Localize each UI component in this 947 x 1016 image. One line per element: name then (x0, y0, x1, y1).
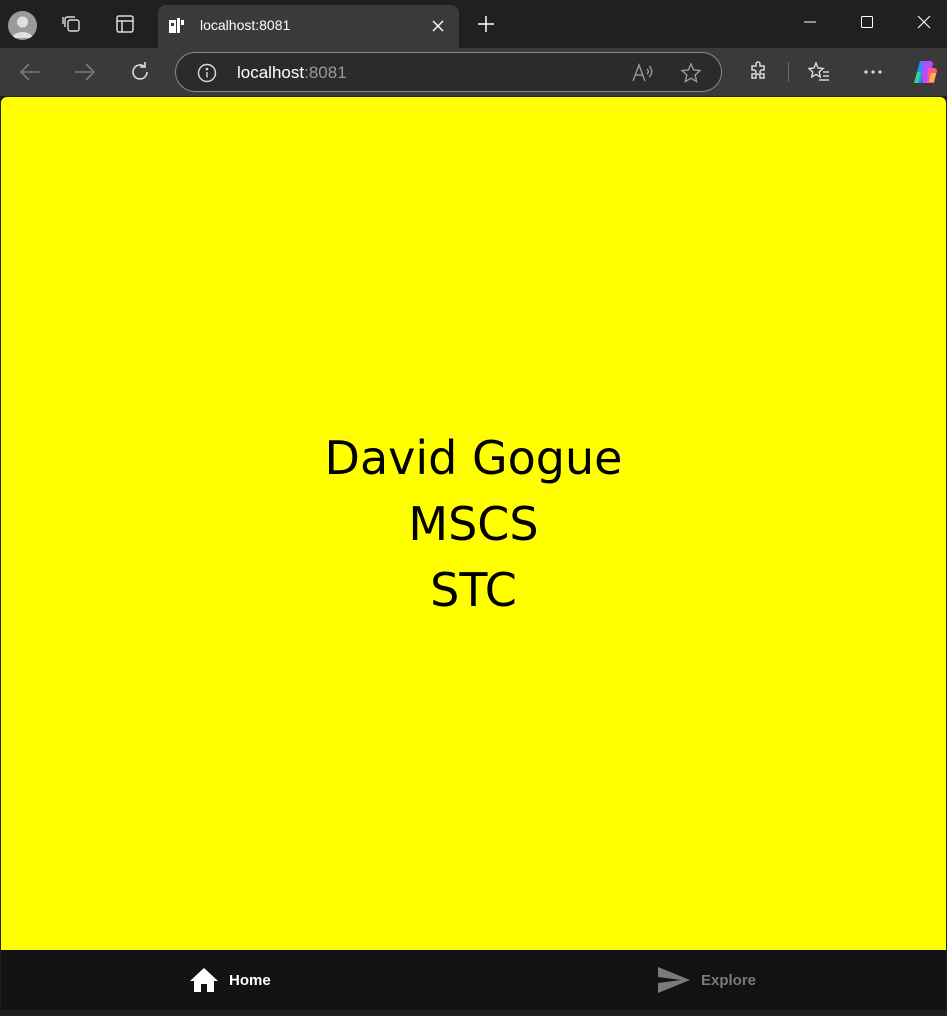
page-viewport: David Gogue MSCS STC (1, 97, 946, 950)
tab-close-icon[interactable] (427, 15, 449, 37)
read-aloud-icon[interactable] (630, 61, 654, 85)
favorite-star-icon[interactable] (679, 61, 703, 85)
tab-explore-label: Explore (701, 971, 757, 989)
extensions-icon[interactable] (743, 58, 773, 86)
profile-avatar[interactable] (8, 11, 37, 40)
new-tab-icon[interactable] (474, 12, 498, 36)
name-text: David Gogue (324, 431, 623, 485)
browser-tab-bar: localhost:8081 (0, 0, 947, 48)
refresh-icon[interactable] (125, 58, 155, 86)
back-arrow-icon[interactable] (15, 58, 45, 86)
tab-actions-icon[interactable] (111, 10, 139, 38)
tab-title: localhost:8081 (200, 17, 291, 33)
minimize-icon[interactable] (794, 8, 826, 36)
active-tab[interactable]: localhost:8081 (158, 5, 459, 48)
forward-arrow-icon[interactable] (70, 58, 100, 86)
tab-home[interactable]: Home (189, 950, 271, 1010)
bottom-tab-navigation: Home Explore (1, 950, 946, 1010)
info-text-block: David Gogue MSCS STC (1, 425, 946, 623)
tab-home-label: Home (229, 971, 271, 989)
browser-toolbar: localhost:8081 (0, 48, 947, 96)
school-text: STC (430, 563, 517, 617)
degree-text: MSCS (408, 497, 539, 551)
send-icon (658, 967, 690, 993)
window-bottom-border (0, 1010, 947, 1016)
url-text[interactable]: localhost:8081 (237, 63, 347, 83)
address-bar[interactable]: localhost:8081 (175, 52, 722, 92)
site-info-icon[interactable] (196, 62, 218, 84)
workspaces-icon[interactable] (58, 10, 86, 38)
close-window-icon[interactable] (908, 8, 940, 36)
home-icon (190, 968, 218, 992)
copilot-icon[interactable] (910, 58, 940, 86)
url-port: :8081 (304, 63, 347, 82)
more-menu-icon[interactable] (858, 58, 888, 86)
favorites-icon[interactable] (804, 58, 834, 86)
maximize-icon[interactable] (851, 8, 883, 36)
url-host: localhost (237, 63, 305, 82)
toolbar-separator (788, 62, 789, 82)
expo-favicon-icon (168, 16, 188, 36)
tab-explore[interactable]: Explore (657, 950, 756, 1010)
